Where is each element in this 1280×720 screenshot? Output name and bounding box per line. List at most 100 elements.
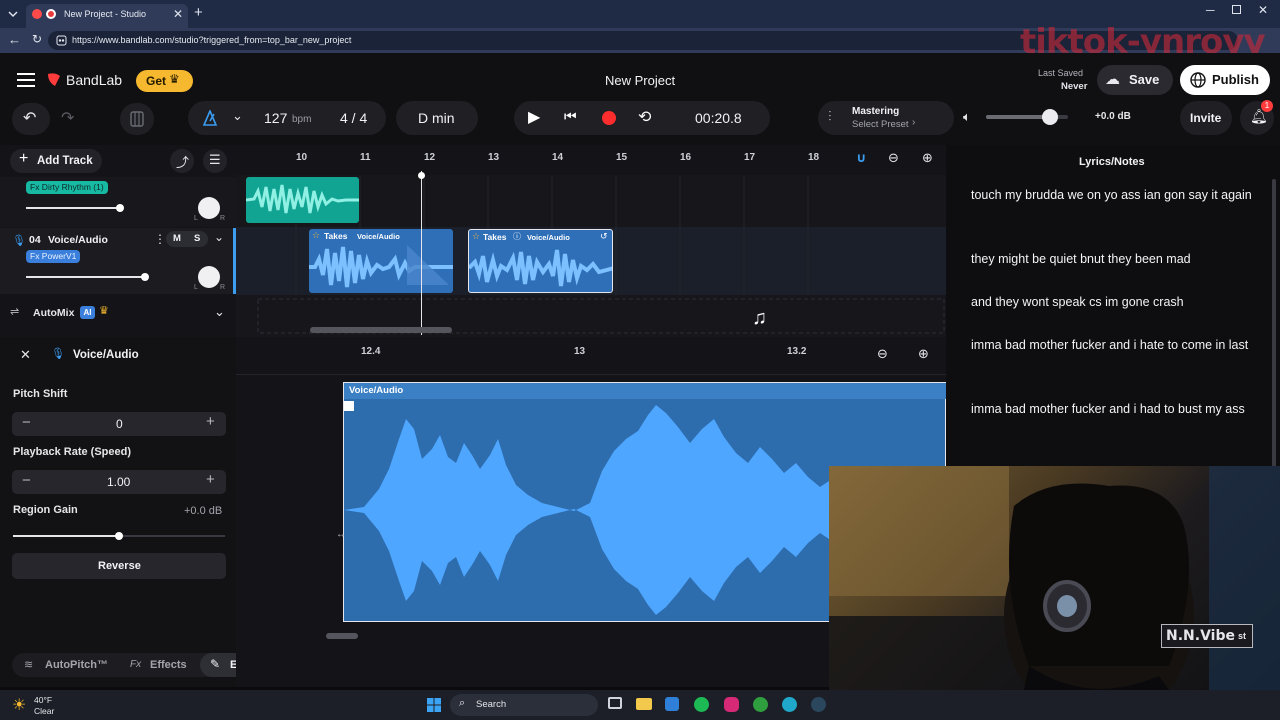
rewind-icon[interactable]: ⏮ xyxy=(564,108,577,125)
clip-takes-2[interactable]: ☆ Takes ⓘ Voice/Audio ↺ xyxy=(468,229,613,293)
pitch-shift-value[interactable]: 0 xyxy=(116,417,123,431)
track-2-volume-handle[interactable] xyxy=(141,273,149,281)
metronome-dropdown-icon[interactable]: ⌄ xyxy=(232,108,243,124)
mute-button[interactable]: M xyxy=(173,233,181,244)
track-2-fx-badge[interactable]: Fx PowerV1 xyxy=(26,250,81,263)
lyrics-line[interactable]: touch my brudda we on yo ass ian gon say… xyxy=(971,185,1261,206)
speaker-icon[interactable]: 🔈︎ xyxy=(963,109,971,125)
lyrics-notes-panel[interactable]: Lyrics/Notes touch my brudda we on yo as… xyxy=(946,145,1280,467)
time-display[interactable]: 00:20.8 xyxy=(695,110,742,126)
playhead-handle[interactable] xyxy=(418,172,425,179)
lyrics-line[interactable]: imma bad mother fucker and i had to bust… xyxy=(971,399,1261,420)
loop-icon[interactable]: ⟲ xyxy=(638,107,651,127)
master-volume-slider[interactable] xyxy=(986,109,1068,125)
solo-button[interactable]: S xyxy=(194,233,200,244)
reload-icon[interactable]: ↻ xyxy=(32,32,42,46)
notifications-button[interactable]: 🔔︎ 1 xyxy=(1240,100,1274,135)
zoom-in-icon[interactable]: ⊕ xyxy=(918,346,929,362)
lyrics-line[interactable]: and they wont speak cs im gone crash xyxy=(971,292,1261,313)
instagram-icon[interactable] xyxy=(724,697,739,712)
minimize-icon[interactable]: ─ xyxy=(1206,3,1215,17)
bpm-value[interactable]: 127 xyxy=(264,110,287,126)
close-editor-icon[interactable]: ✕ xyxy=(20,347,31,363)
pitch-shift-stepper[interactable]: − 0 + xyxy=(12,412,226,436)
tab-list-icon[interactable] xyxy=(6,7,20,21)
plus-icon[interactable]: + xyxy=(206,413,215,430)
store-icon[interactable] xyxy=(665,697,679,711)
record-icon[interactable] xyxy=(602,111,616,125)
edge-icon[interactable] xyxy=(782,697,797,712)
weather-icon[interactable]: ☀ xyxy=(12,695,26,715)
master-volume-handle[interactable] xyxy=(1041,109,1058,125)
track-2-pan-knob[interactable] xyxy=(198,266,220,288)
snap-magnet-icon[interactable]: ∪ xyxy=(856,150,867,166)
task-view-icon[interactable] xyxy=(608,697,622,709)
lyrics-line[interactable]: imma bad mother fucker and i hate to com… xyxy=(971,335,1261,356)
tab-autopitch[interactable]: AutoPitch™ xyxy=(45,659,108,671)
undo-icon[interactable]: ↶ xyxy=(12,103,50,135)
instruments-icon[interactable] xyxy=(120,103,154,135)
region-gain-slider[interactable] xyxy=(13,532,225,540)
minus-icon[interactable]: − xyxy=(22,472,31,489)
bandlab-logo-icon[interactable] xyxy=(46,72,64,88)
publish-button[interactable]: Publish xyxy=(1180,65,1270,95)
track-1-volume-slider[interactable] xyxy=(26,207,120,209)
clip-takes-1[interactable]: ☆ Takes Voice/Audio xyxy=(309,229,453,293)
track-2-volume-slider[interactable] xyxy=(26,276,144,278)
save-button[interactable]: ☁ Save xyxy=(1097,65,1173,95)
invite-button[interactable]: Invite xyxy=(1180,101,1232,135)
project-title[interactable]: New Project xyxy=(605,73,675,88)
playhead[interactable] xyxy=(421,171,422,335)
tab-new-project[interactable]: New Project - Studio ✕ xyxy=(26,4,188,28)
add-track-button[interactable]: + Add Track xyxy=(10,149,102,173)
track-2-header[interactable]: 🎙︎ 04 Voice/Audio ⋮ M S ⌄ Fx PowerV1 L R xyxy=(0,228,236,294)
tab-effects[interactable]: Effects xyxy=(150,659,187,671)
music-note-icon[interactable]: ♫ xyxy=(752,307,767,330)
file-explorer-icon[interactable] xyxy=(636,698,652,710)
reverse-button[interactable]: Reverse xyxy=(12,553,226,579)
site-info-icon[interactable] xyxy=(56,35,67,46)
loop-clip-icon[interactable]: ↺ xyxy=(600,231,608,242)
mastering-button[interactable]: ⫶ Mastering Select Preset › xyxy=(818,101,954,135)
editor-scrollbar[interactable] xyxy=(326,633,358,639)
clip-dirty-rhythm[interactable] xyxy=(246,177,359,223)
taskbar-search[interactable]: ⌕ Search xyxy=(450,694,598,716)
horizontal-scrollbar[interactable] xyxy=(310,327,452,333)
maximize-icon[interactable] xyxy=(1232,5,1241,14)
time-signature[interactable]: 4 / 4 xyxy=(340,110,367,126)
xbox-icon[interactable] xyxy=(753,697,768,712)
automation-icon[interactable]: ⤴ xyxy=(170,149,194,173)
playback-rate-stepper[interactable]: − 1.00 + xyxy=(12,470,226,494)
track-1-volume-handle[interactable] xyxy=(116,204,124,212)
playback-rate-value[interactable]: 1.00 xyxy=(107,475,130,489)
track-1-header[interactable]: Fx Dirty Rhythm (1) L R xyxy=(0,177,236,227)
menu-icon[interactable] xyxy=(17,73,35,87)
track-2-more-icon[interactable]: ⋮ xyxy=(154,232,166,246)
new-tab-icon[interactable]: + xyxy=(194,4,203,21)
spotify-icon[interactable] xyxy=(694,697,709,712)
automix-chevron-icon[interactable]: ⌄ xyxy=(214,304,225,320)
metronome-icon[interactable] xyxy=(202,110,218,126)
zoom-out-icon[interactable]: ⊖ xyxy=(888,150,899,166)
zoom-in-icon[interactable]: ⊕ xyxy=(922,150,933,166)
mixer-icon[interactable]: ☰ xyxy=(203,149,227,173)
timeline-ruler[interactable]: 10 11 12 13 14 15 16 17 18 ∪ ⊖ ⊕ xyxy=(236,145,946,175)
region-gain-handle[interactable] xyxy=(115,532,123,540)
plus-icon[interactable]: + xyxy=(206,471,215,488)
lyrics-line[interactable]: they might be quiet bnut they been mad xyxy=(971,249,1261,270)
track-2-name[interactable]: Voice/Audio xyxy=(48,234,108,246)
lyrics-scrollbar[interactable] xyxy=(1272,179,1276,467)
start-icon[interactable] xyxy=(427,698,441,712)
track-1-fx-badge[interactable]: Fx Dirty Rhythm (1) xyxy=(26,181,108,194)
back-icon[interactable]: ← xyxy=(8,32,21,47)
bandlab-logo-text[interactable]: BandLab xyxy=(66,72,122,88)
redo-icon[interactable]: ↷ xyxy=(54,103,84,135)
zoom-out-icon[interactable]: ⊖ xyxy=(877,346,888,362)
get-membership-button[interactable]: Get ♛ xyxy=(136,70,193,92)
close-window-icon[interactable]: ✕ xyxy=(1258,3,1268,17)
track-1-pan-knob[interactable] xyxy=(198,197,220,219)
track-lanes[interactable]: ☆ Takes Voice/Audio ☆ Takes ⓘ Voice/Audi… xyxy=(236,171,946,337)
key-selector[interactable]: D min xyxy=(396,101,478,135)
minus-icon[interactable]: − xyxy=(22,414,31,431)
track-2-expand-icon[interactable]: ⌄ xyxy=(214,230,224,244)
